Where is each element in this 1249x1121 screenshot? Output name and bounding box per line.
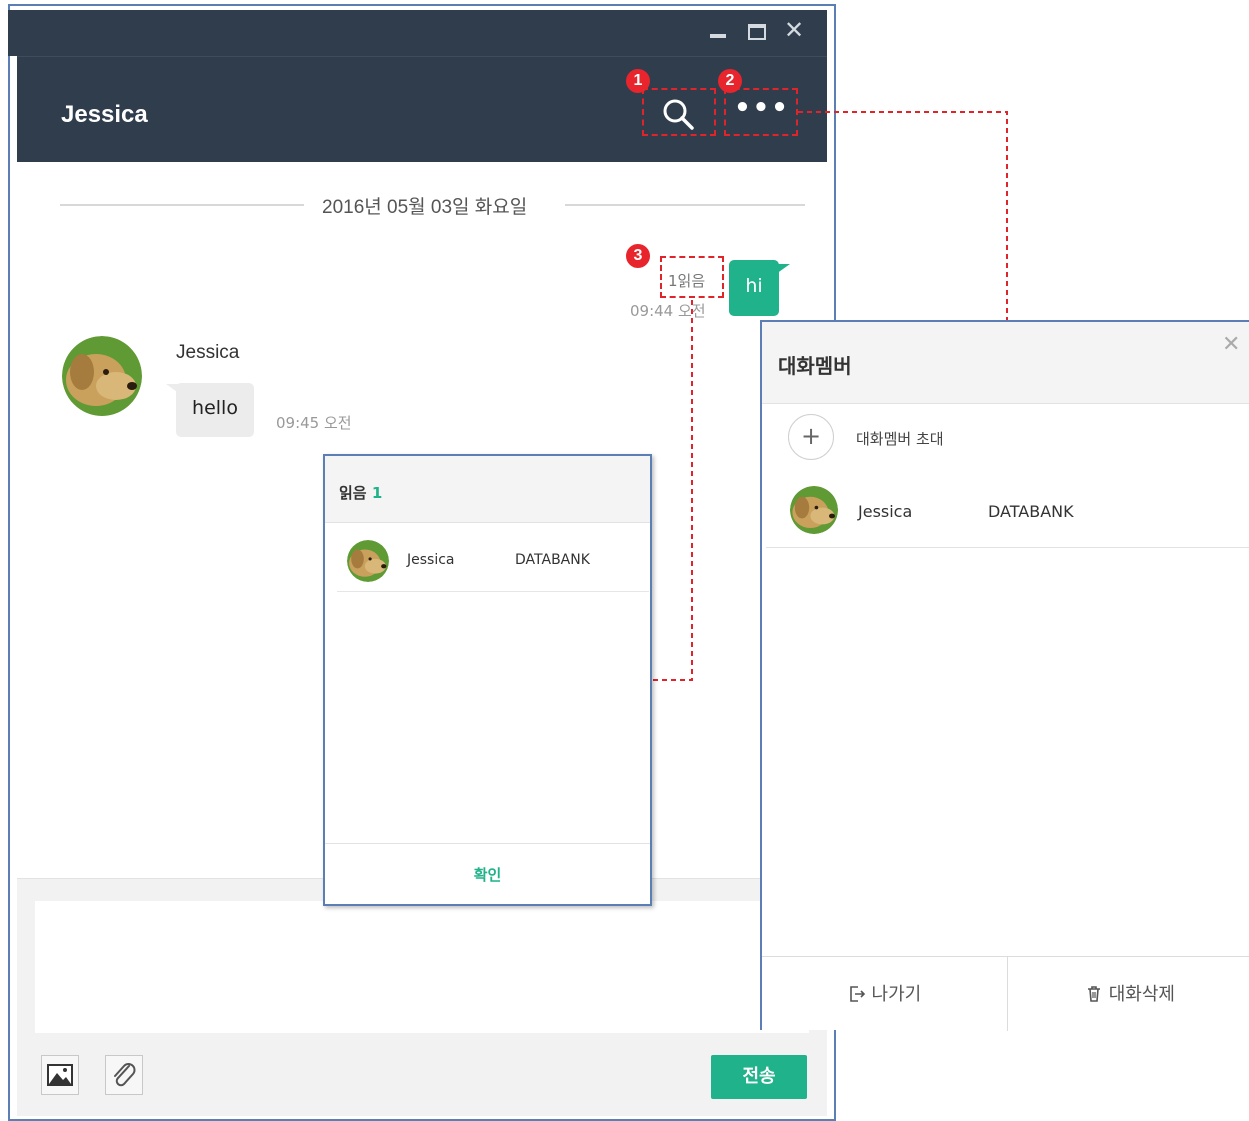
members-panel: 대화멤버 ✕ + 대화멤버 초대 Jessica DATABANK 나가기 대화… — [760, 320, 1249, 1031]
invite-member-button[interactable]: + 대화멤버 초대 — [762, 404, 1249, 468]
read-popup-title-label: 읽음 — [339, 484, 367, 502]
read-popup-count: 1 — [371, 484, 383, 502]
date-divider: 2016년 05월 03일 화요일 — [60, 190, 805, 220]
their-message-bubble: hello — [176, 383, 254, 437]
message-input[interactable] — [35, 901, 809, 1033]
date-label: 2016년 05월 03일 화요일 — [322, 197, 528, 218]
trash-icon — [1088, 986, 1100, 1002]
read-receipt-popup: 읽음 1 Jessica DATABANK 확인 — [323, 454, 652, 906]
members-panel-header: 대화멤버 ✕ — [762, 322, 1249, 404]
avatar — [347, 540, 389, 582]
members-panel-title: 대화멤버 — [778, 354, 852, 378]
plus-icon: + — [788, 414, 834, 460]
read-popup-title: 읽음 1 — [339, 482, 382, 503]
member-company: DATABANK — [988, 502, 1074, 521]
delete-chat-button[interactable]: 대화삭제 — [1009, 957, 1249, 1031]
sender-avatar — [62, 336, 142, 416]
divider-line — [565, 204, 805, 206]
image-icon — [47, 1064, 73, 1086]
exit-icon — [849, 986, 865, 1002]
delete-chat-label: 대화삭제 — [1108, 984, 1175, 1005]
members-panel-footer: 나가기 대화삭제 — [762, 956, 1249, 1031]
avatar — [790, 486, 838, 534]
annotation-badge-1: 1 — [626, 69, 650, 93]
my-message-time: 09:44 오전 — [630, 302, 706, 320]
annotation-badge-3: 3 — [626, 244, 650, 268]
reader-name: Jessica — [407, 552, 455, 568]
read-status[interactable]: 1읽음 — [668, 270, 705, 291]
send-button[interactable]: 전송 — [711, 1055, 807, 1099]
their-message-time: 09:45 오전 — [276, 414, 352, 432]
invite-member-label: 대화멤버 초대 — [856, 430, 944, 448]
sender-name: Jessica — [176, 342, 240, 363]
paperclip-icon — [114, 1063, 136, 1087]
confirm-button[interactable]: 확인 — [325, 864, 650, 885]
attach-file-button[interactable] — [105, 1055, 143, 1095]
divider-line — [60, 204, 304, 206]
read-popup-header: 읽음 1 — [325, 456, 650, 523]
composer: 전송 — [17, 878, 827, 1116]
my-message-bubble: hi — [729, 260, 779, 316]
annotation-badge-2: 2 — [718, 69, 742, 93]
close-icon[interactable]: ✕ — [1222, 332, 1240, 357]
list-item: Jessica DATABANK — [337, 524, 649, 592]
read-popup-footer: 확인 — [325, 843, 650, 904]
leave-label: 나가기 — [871, 984, 922, 1005]
image-upload-button[interactable] — [41, 1055, 79, 1095]
leave-button[interactable]: 나가기 — [762, 957, 1008, 1031]
list-item[interactable]: Jessica DATABANK — [766, 468, 1249, 548]
member-name: Jessica — [858, 502, 913, 521]
reader-company: DATABANK — [515, 552, 590, 568]
